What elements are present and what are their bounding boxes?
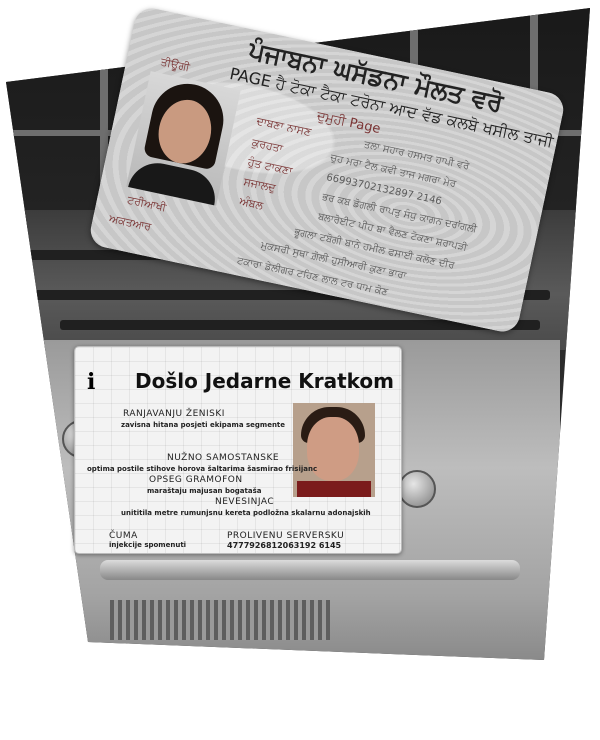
field-value: maraštaju majusan bogatašа (147, 487, 262, 495)
field-label: ਤੀਊਗੀ (159, 55, 191, 75)
field-label: ਹੁੰਤ ਟਾਕਣਾ (246, 155, 294, 178)
field-label: ਅਕਤਆਰ (107, 211, 153, 234)
field-label: ਕੁਰਹਤਾ (250, 135, 285, 156)
field-value: optima postile stihove horova šaltarima … (87, 465, 318, 473)
card-title: Došlo Jedarne Kratkom (135, 369, 395, 393)
field-label: ČUMA (109, 531, 138, 541)
field-label: NEVESINJAC (215, 497, 275, 507)
holder-photo (126, 71, 241, 206)
holder-photo (293, 403, 375, 497)
field-value: zavisna hitana posjeti ekipama segmente (121, 421, 286, 429)
oven-vent (110, 600, 330, 640)
info-icon: i (87, 369, 96, 395)
field-label: ਅੰਬਲ (238, 194, 265, 213)
field-label: ਸਜਾਲਦੁ (242, 175, 277, 195)
stove-knob (398, 470, 436, 508)
field-label: ਦਾਬਣਾ ਨਾਸਣ (255, 114, 313, 139)
field-label: OPSEG GRAMOFON (149, 475, 243, 485)
field-label: ਟਰੀਆਖੀ (126, 193, 168, 215)
croatian-id-card: i Došlo Jedarne Kratkom RANJAVANJU ŽENIS… (74, 346, 402, 554)
id-number: 4777926812063192 6145 (227, 541, 342, 550)
oven-handle (100, 560, 520, 580)
field-label: RANJAVANJU ŽENISKI (123, 409, 225, 419)
field-value: unititila metre rumunjsnu kereta podložn… (121, 509, 371, 517)
field-label: NUŽNO SAMOSTANSKE (167, 453, 280, 463)
field-label: PROLIVENU SERVERSKU (227, 531, 345, 541)
field-value: injekcije spomenuti (109, 541, 187, 549)
